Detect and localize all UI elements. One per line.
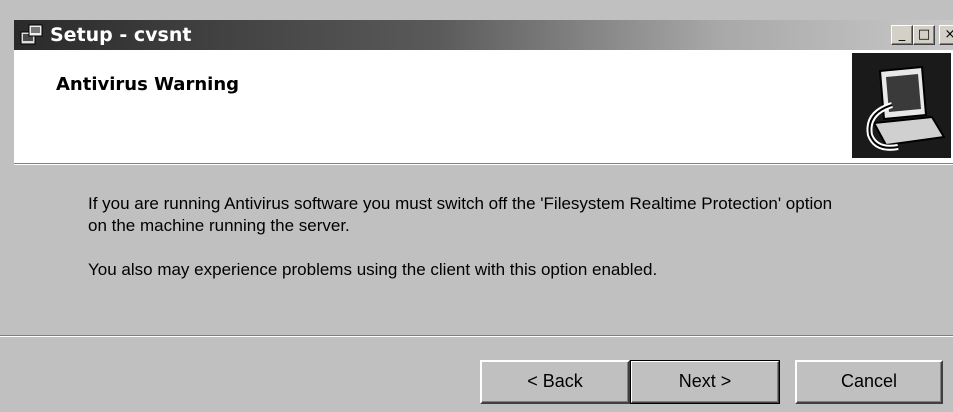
next-button[interactable]: Next > xyxy=(630,360,780,404)
page-heading: Antivirus Warning xyxy=(56,74,240,95)
computer-disk-icon xyxy=(852,53,951,158)
cancel-button[interactable]: Cancel xyxy=(795,360,943,404)
footer-divider xyxy=(0,335,953,337)
warning-paragraph-1: If you are running Antivirus software yo… xyxy=(88,194,833,235)
back-button[interactable]: < Back xyxy=(480,360,630,404)
warning-message: If you are running Antivirus software yo… xyxy=(88,193,848,281)
window-title: Setup - cvsnt xyxy=(50,24,192,46)
warning-paragraph-2: You also may experience problems using t… xyxy=(88,260,658,279)
minimize-button[interactable]: _ xyxy=(891,25,913,45)
wizard-header: Antivirus Warning xyxy=(14,50,953,163)
setup-icon xyxy=(20,24,43,45)
setup-window: Setup - cvsnt _ □ × Antivirus Warning If… xyxy=(0,0,953,412)
header-divider xyxy=(14,163,953,165)
title-bar[interactable]: Setup - cvsnt _ □ × xyxy=(14,20,953,50)
maximize-button[interactable]: □ xyxy=(913,25,935,45)
close-button[interactable]: × xyxy=(939,25,953,45)
